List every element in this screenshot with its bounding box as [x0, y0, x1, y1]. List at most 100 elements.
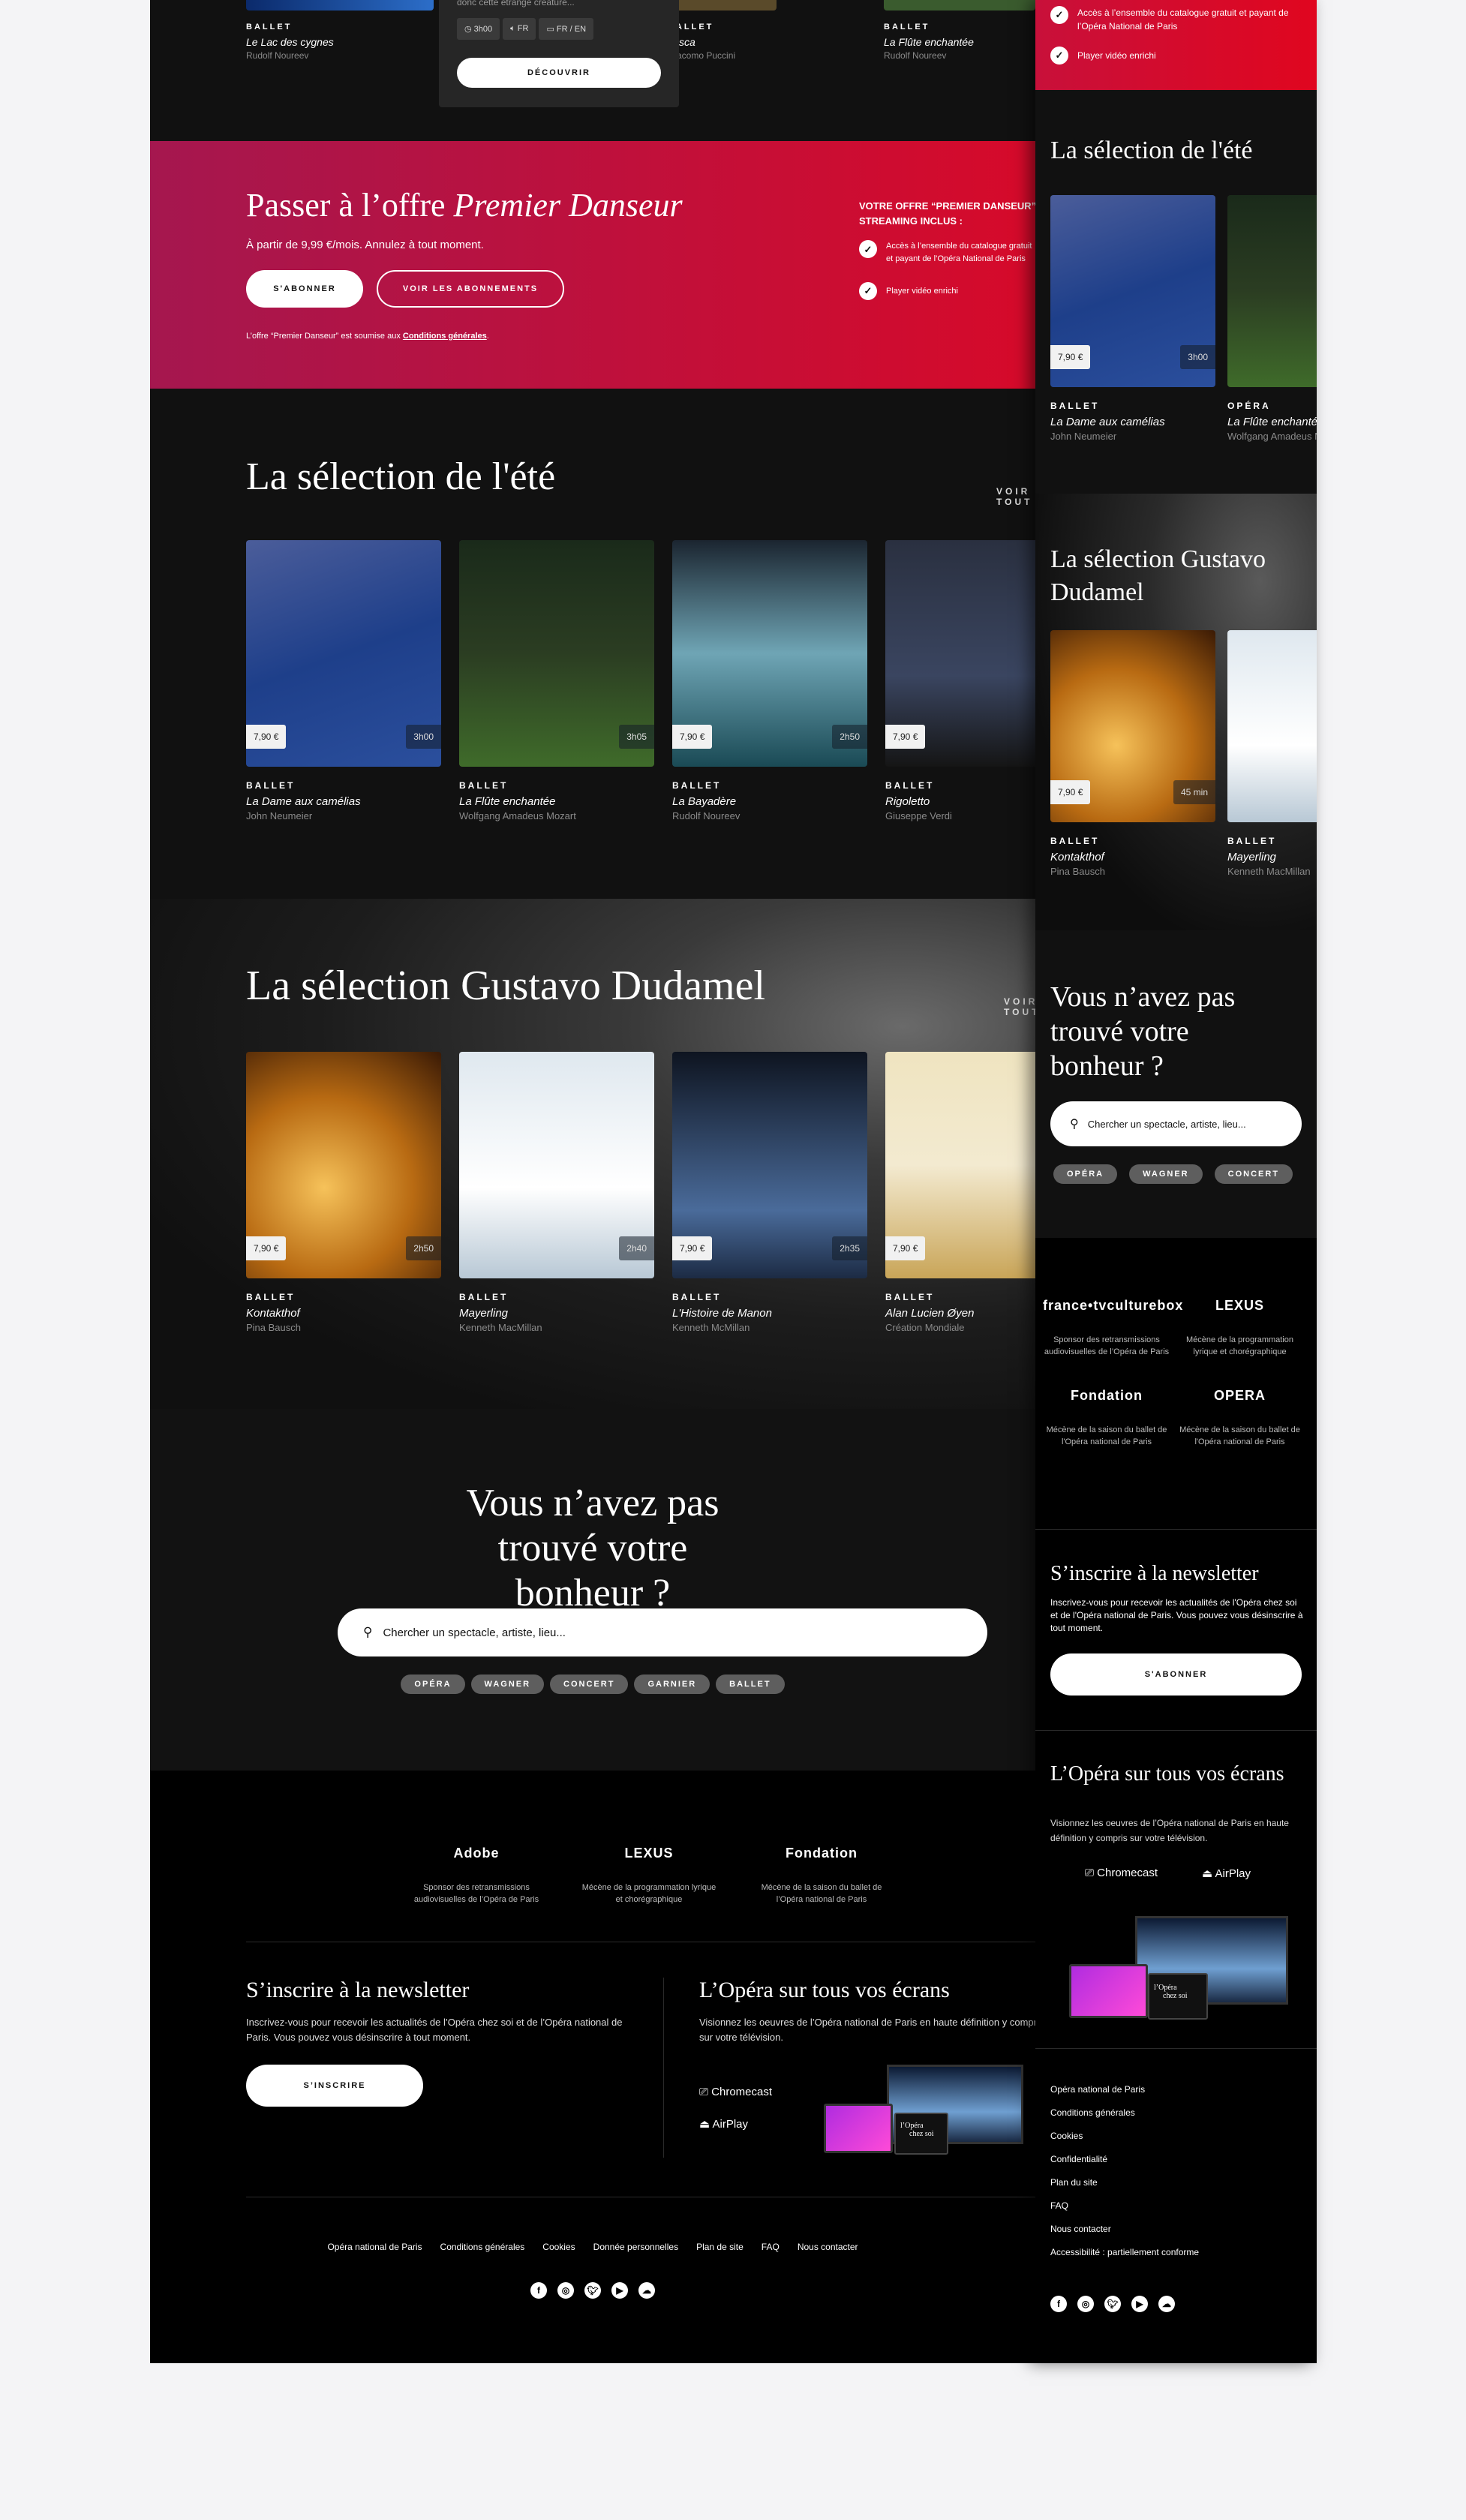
search-title: Vous n’avez pas trouvé votre bonheur ?	[1050, 981, 1236, 1082]
card-category: BALLET	[1050, 836, 1100, 846]
footer-link[interactable]: Plan de site	[696, 2242, 744, 2252]
discover-button[interactable]: DÉCOUVRIR	[457, 58, 661, 88]
search-tag[interactable]: WAGNER	[470, 1674, 545, 1694]
newsletter-subscribe-button[interactable]: S'ABONNER	[1050, 1653, 1302, 1696]
footer-link[interactable]: FAQ	[1050, 2200, 1199, 2211]
footer-link[interactable]: Opéra national de Paris	[1050, 2084, 1199, 2095]
airplay-badge[interactable]: ⏏︎ AirPlay	[1202, 1867, 1251, 1880]
airplay-badge[interactable]: ⏏︎ AirPlay	[699, 2117, 748, 2131]
sponsor-item[interactable]: Adobe Sponsor des retransmissions audiovi…	[405, 1846, 548, 1906]
card-image[interactable]	[671, 0, 777, 11]
catalog-card[interactable]: 7,90 € 2h50 BALLET Kontakthof Pina Bausch	[246, 1052, 441, 1333]
sponsor-item[interactable]: OPERA Mécène de la saison du ballet de l'…	[1176, 1388, 1304, 1448]
card-image[interactable]	[246, 0, 434, 11]
catalog-card[interactable]: 7,90 € 45 min BALLET Kontakthof Pina Bausch	[1050, 630, 1215, 877]
catalog-card[interactable]: 7,90 € 3h00 BALLET La Dame aux camélias John…	[246, 540, 441, 821]
facebook-icon[interactable]: f	[1050, 2296, 1067, 2312]
divider	[1035, 1529, 1317, 1530]
youtube-icon[interactable]: ▶	[1131, 2296, 1148, 2312]
soundcloud-icon[interactable]: ☁	[638, 2282, 655, 2299]
catalog-card[interactable]: BALLET La Flûte enchantée Rudolf Noureev	[884, 23, 974, 61]
catalog-card[interactable]: OPÉRA La Flûte enchantée Wolfgang Amadeus …	[1227, 195, 1317, 442]
footer-link[interactable]: FAQ	[762, 2242, 780, 2252]
sponsor-item[interactable]: LEXUS Mécène de la programmation lyrique …	[1176, 1298, 1304, 1358]
card-popover: donc cette étrange créature... ◷ 3h00 🔈︎…	[439, 0, 679, 107]
card-image[interactable]: 2h40	[459, 1052, 654, 1278]
price-badge: 7,90 €	[885, 725, 926, 749]
search-tag[interactable]: CONCERT	[1214, 1164, 1293, 1184]
footer-link[interactable]: Confidentialité	[1050, 2154, 1199, 2164]
soundcloud-icon[interactable]: ☁	[1158, 2296, 1175, 2312]
card-image[interactable]	[1227, 630, 1317, 822]
sponsor-item[interactable]: france•tvculturebox Sponsor des retransmi…	[1043, 1298, 1182, 1358]
sponsor-logo: Fondation	[786, 1846, 858, 1861]
card-title: La Flûte enchantée	[1227, 416, 1317, 428]
search-tag[interactable]: OPÉRA	[401, 1674, 465, 1694]
twitter-icon[interactable]: 🐦︎	[1104, 2296, 1121, 2312]
search-tag[interactable]: GARNIER	[634, 1674, 710, 1694]
see-plans-button[interactable]: VOIR LES ABONNEMENTS	[377, 270, 564, 308]
search-input[interactable]: ⚲ Chercher un spectacle, artiste, lieu..…	[1050, 1101, 1302, 1146]
catalog-card[interactable]: BALLET Mayerling Kenneth MacMillan	[1227, 630, 1317, 877]
catalog-card[interactable]: 7,90 € 2h50 BALLET La Bayadère Rudolf Nouree…	[672, 540, 867, 821]
twitter-icon[interactable]: 🐦︎	[584, 2282, 601, 2299]
card-image[interactable]: 7,90 € 2h50	[246, 1052, 441, 1278]
facebook-icon[interactable]: f	[530, 2282, 547, 2299]
search-tag[interactable]: WAGNER	[1129, 1164, 1203, 1184]
see-all-link[interactable]: VOIR TOUT	[1004, 996, 1035, 1017]
footer-link[interactable]: Conditions générales	[440, 2242, 525, 2252]
catalog-card[interactable]: 2h40 BALLET Mayerling Kenneth MacMillan	[459, 1052, 654, 1333]
footer-link[interactable]: Donnée personnelles	[593, 2242, 678, 2252]
card-title: La Flûte enchantée	[884, 36, 974, 48]
tablet-device-image: l’Opéra chez soi	[1148, 1973, 1208, 2020]
sponsor-item[interactable]: Fondation Mécène de la saison du ballet d…	[750, 1846, 893, 1906]
card-author: Kenneth McMillan	[672, 1322, 750, 1333]
instagram-icon[interactable]: ◎	[557, 2282, 574, 2299]
search-tag[interactable]: OPÉRA	[1053, 1164, 1118, 1184]
card-category: BALLET	[884, 23, 930, 32]
catalog-card[interactable]: BALLET Le Lac des cygnes Rudolf Noureev	[246, 23, 334, 61]
card-image[interactable]	[884, 0, 1035, 11]
newsletter-signup-button[interactable]: S’INSCRIRE	[246, 2065, 423, 2107]
card-image[interactable]: 7,90 € 2h50	[672, 540, 867, 767]
chromecast-badge[interactable]: ⎚ Chromecast	[1085, 1867, 1158, 1879]
search-input[interactable]: ⚲ Chercher un spectacle, artiste, lieu..…	[338, 1608, 987, 1656]
card-image[interactable]	[1227, 195, 1317, 387]
card-title: La Dame aux camélias	[246, 795, 361, 808]
footer-link[interactable]: Cookies	[1050, 2131, 1199, 2141]
footer-link[interactable]: Nous contacter	[1050, 2224, 1199, 2234]
footer-link[interactable]: Accessibilité : partiellement conforme	[1050, 2247, 1199, 2257]
footer-link[interactable]: Opéra national de Paris	[327, 2242, 422, 2252]
catalog-card[interactable]: 3h05 BALLET La Flûte enchantée Wolfgang Ama…	[459, 540, 654, 821]
subscribe-button[interactable]: S'ABONNER	[246, 270, 363, 308]
chromecast-badge[interactable]: ⎚ Chromecast	[699, 2086, 772, 2098]
card-title: Kontakthof	[246, 1307, 300, 1320]
card-image[interactable]: 7,90 €	[885, 1052, 1035, 1278]
catalog-card[interactable]: 7,90 € BALLET Alan Lucien Øyen Création Mon…	[885, 1052, 1035, 1333]
card-image[interactable]: 7,90 € 3h00	[1050, 195, 1215, 387]
footer-link[interactable]: Plan du site	[1050, 2177, 1199, 2188]
catalog-card[interactable]: 7,90 € 2h35 BALLET L'Histoire de Manon Kenne…	[672, 1052, 867, 1333]
catalog-card[interactable]: 7,90 € 3h00 BALLET La Dame aux camélias John…	[1050, 195, 1215, 442]
card-image[interactable]: 3h05	[459, 540, 654, 767]
section-title: La sélection de l'été	[246, 455, 556, 498]
instagram-icon[interactable]: ◎	[1077, 2296, 1094, 2312]
see-all-link[interactable]: VOIR TOUT	[996, 486, 1035, 507]
card-image[interactable]: 7,90 € 2h35	[672, 1052, 867, 1278]
search-tag[interactable]: CONCERT	[550, 1674, 629, 1694]
terms-link[interactable]: Conditions générales	[403, 332, 487, 341]
sponsor-item[interactable]: Fondation Mécène de la saison du ballet d…	[1043, 1388, 1170, 1448]
youtube-icon[interactable]: ▶	[611, 2282, 628, 2299]
footer-link[interactable]: Nous contacter	[798, 2242, 858, 2252]
sponsor-item[interactable]: LEXUS Mécène de la programmation lyrique …	[578, 1846, 720, 1906]
card-title: Rigoletto	[885, 795, 930, 808]
card-image[interactable]: 7,90 €	[885, 540, 1035, 767]
footer-link[interactable]: Conditions générales	[1050, 2107, 1199, 2118]
card-image[interactable]: 7,90 € 45 min	[1050, 630, 1215, 822]
catalog-card[interactable]: 7,90 € BALLET Rigoletto Giuseppe Verdi	[885, 540, 1035, 821]
search-tag[interactable]: BALLET	[716, 1674, 785, 1694]
footer-link[interactable]: Cookies	[542, 2242, 575, 2252]
sponsor-text: Mécène de la saison du ballet de l'Opéra…	[1179, 1425, 1300, 1446]
card-image[interactable]: 7,90 € 3h00	[246, 540, 441, 767]
cast-icon: ⎚	[1085, 1867, 1098, 1879]
